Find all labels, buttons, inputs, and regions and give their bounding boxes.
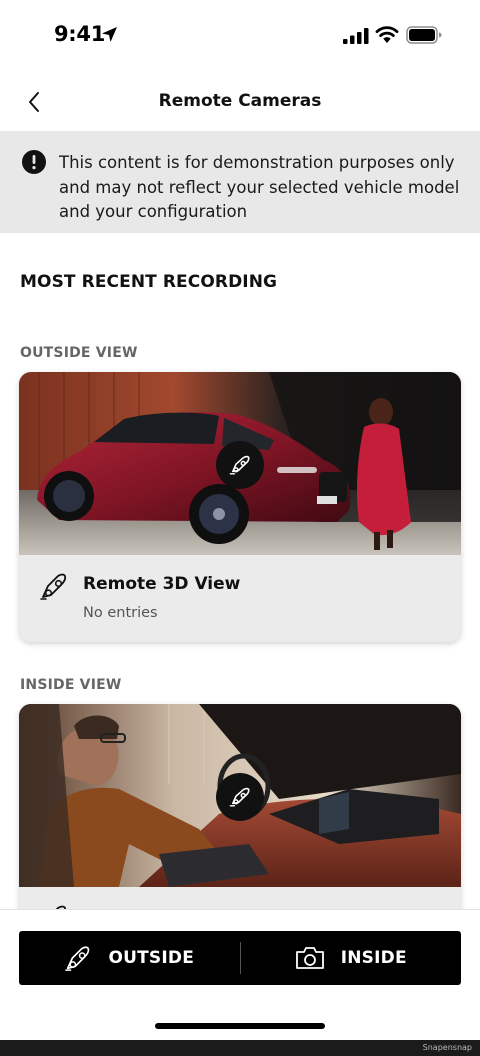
outside-button-label: OUTSIDE — [108, 948, 195, 968]
camera-action-bar: OUTSIDE INSIDE — [19, 931, 461, 985]
exclamation-icon — [22, 150, 46, 174]
inside-recording-thumbnail — [19, 704, 461, 887]
card-subtitle: No entries — [83, 605, 158, 621]
location-arrow-icon — [102, 27, 117, 42]
cellular-signal-icon — [343, 28, 369, 44]
bottom-action-area: OUTSIDE INSIDE — [0, 909, 480, 1040]
outside-recording-thumbnail — [19, 372, 461, 555]
watermark-text: Snapensnap — [422, 1043, 472, 1052]
outside-view-label: OUTSIDE VIEW — [20, 345, 138, 361]
camera-icon — [295, 947, 324, 969]
home-indicator[interactable] — [155, 1023, 325, 1029]
inside-view-label: INSIDE VIEW — [20, 677, 122, 693]
car-3d-icon — [229, 787, 250, 807]
battery-icon — [406, 26, 442, 44]
car-3d-icon — [40, 573, 67, 600]
car-3d-icon — [65, 946, 90, 971]
inside-camera-button[interactable]: INSIDE — [241, 931, 462, 985]
status-time: 9:41 — [54, 22, 106, 46]
outside-camera-button[interactable]: OUTSIDE — [19, 931, 240, 985]
watermark-strip: Snapensnap — [0, 1040, 480, 1056]
wifi-icon — [375, 26, 399, 43]
play-inside-view-button[interactable] — [216, 773, 264, 821]
notice-text: This content is for demonstration purpos… — [59, 153, 460, 221]
status-bar: 9:41 — [0, 0, 480, 72]
outside-card-info: Remote 3D View No entries — [19, 555, 461, 642]
section-heading: MOST RECENT RECORDING — [20, 272, 278, 292]
car-3d-icon — [229, 455, 250, 475]
outside-recording-card[interactable]: Remote 3D View No entries — [19, 372, 461, 642]
inside-button-label: INSIDE — [340, 948, 407, 968]
card-title: Remote 3D View — [83, 574, 241, 594]
page-title: Remote Cameras — [158, 91, 322, 111]
demo-notice-banner: This content is for demonstration purpos… — [0, 131, 480, 233]
play-3d-view-button[interactable] — [216, 441, 264, 489]
nav-header: Remote Cameras — [0, 76, 480, 128]
